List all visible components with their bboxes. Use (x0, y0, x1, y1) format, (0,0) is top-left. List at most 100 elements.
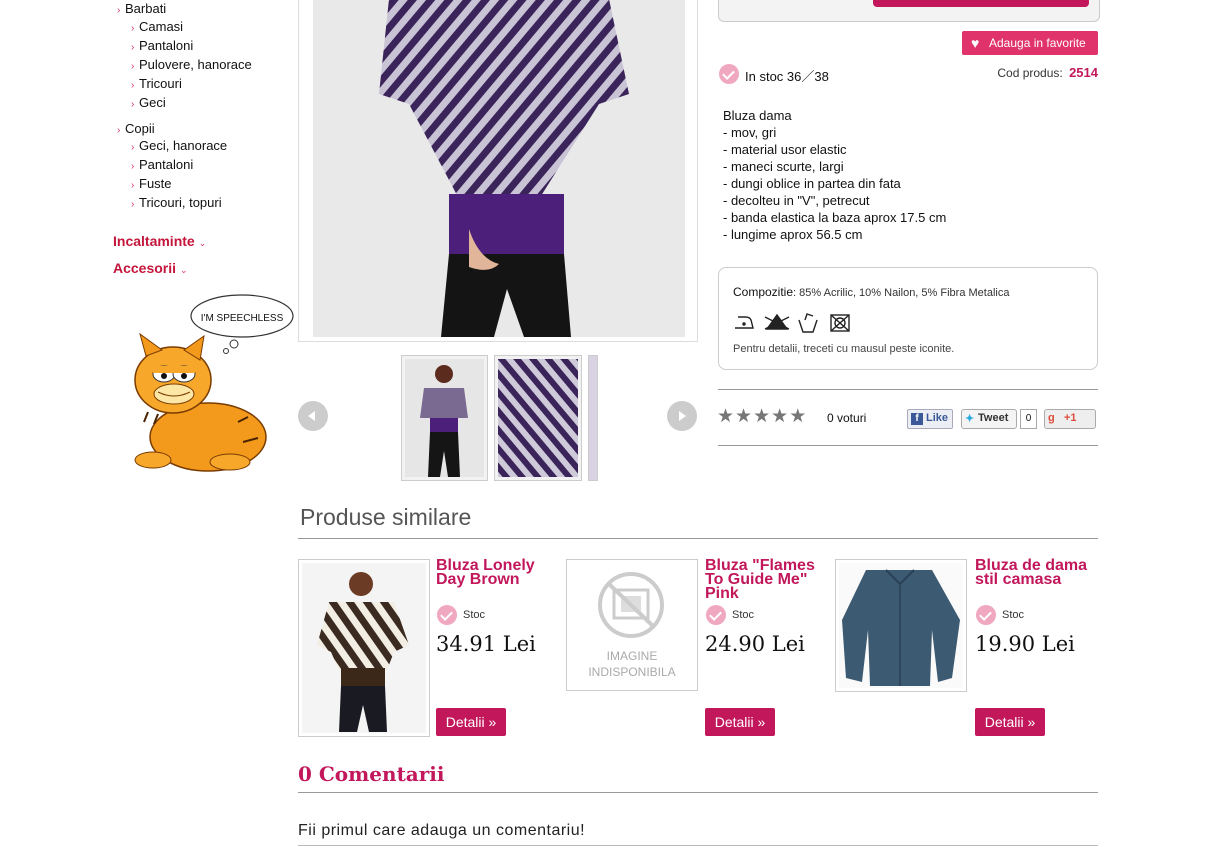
facebook-icon: f (911, 413, 923, 425)
section-incaltaminte[interactable]: Incaltaminte ⌄ (113, 233, 206, 249)
rating-stars[interactable]: ★★★★★ (717, 405, 807, 428)
divider (298, 538, 1098, 539)
subcategory-pantaloni-copii[interactable]: › Pantaloni (131, 155, 193, 176)
in-stock-check-icon (976, 605, 996, 625)
votes-count: 0 voturi (827, 411, 867, 425)
section-label: Incaltaminte (113, 233, 195, 249)
speech-bubble-text: I'M SPEECHLESS (201, 313, 284, 324)
facebook-like-label: Like (926, 412, 949, 424)
subcategory-pantaloni[interactable]: › Pantaloni (131, 36, 193, 57)
details-button[interactable]: Detalii » (705, 708, 775, 736)
category-label: Barbati (125, 1, 167, 16)
similar-product-price: 19.90 Lei (975, 632, 1075, 656)
description-line: - material usor elastic (723, 142, 847, 157)
composition-label: Compozitie (733, 285, 794, 299)
section-accesorii[interactable]: Accesorii ⌄ (113, 260, 188, 276)
subcategory-label: Tricouri, topuri (139, 195, 222, 210)
product-code-value: 2514 (1069, 65, 1098, 80)
subcategory-label: Geci (139, 95, 166, 110)
subcategory-label: Pantaloni (139, 157, 194, 172)
subcategory-label: Fuste (139, 176, 172, 191)
no-tumble-dry-icon[interactable] (830, 314, 850, 332)
tweet-button[interactable]: ✦ Tweet (961, 409, 1017, 429)
iron-icon[interactable] (735, 316, 754, 329)
google-plus-button[interactable]: g +1 (1044, 409, 1096, 429)
heart-icon: ♥ (971, 35, 980, 51)
divider (718, 389, 1098, 390)
divider (298, 792, 1098, 793)
similar-product-name[interactable]: Bluza de dama stil camasa (975, 558, 1098, 588)
thumbnail-photo (405, 359, 484, 477)
gallery-thumbnail[interactable] (494, 355, 582, 481)
star-icon[interactable]: ★ (771, 406, 789, 427)
similar-product-image[interactable] (835, 559, 967, 692)
care-icons (735, 313, 850, 333)
add-to-cart-button[interactable] (873, 0, 1089, 7)
favorite-label: Adauga in favorite (989, 36, 1086, 50)
star-icon[interactable]: ★ (735, 406, 753, 427)
thumbnail-photo (498, 359, 578, 477)
product-thumbnail-photo (839, 563, 963, 688)
thumbnail-photo (589, 356, 597, 480)
triangle-left-icon (308, 411, 315, 421)
similar-product-name[interactable]: Bluza "Flames To Guide Me" Pink (705, 558, 825, 602)
image-unavailable-text: IMAGINE INDISPONIBILA (588, 649, 676, 679)
sidebar: › Barbati › Camasi › Pantaloni › Pulovere, h… (113, 0, 294, 480)
subcategory-label: Geci, hanorace (139, 138, 228, 153)
subcategory-fuste[interactable]: › Fuste (131, 174, 172, 195)
subcategory-tricouri-topuri[interactable]: › Tricouri, topuri (131, 193, 222, 214)
gallery-thumbnail[interactable] (588, 355, 598, 481)
details-button[interactable]: Detalii » (975, 708, 1045, 736)
first-comment-prompt: Fii primul care adauga un comentariu! (298, 822, 586, 839)
category-label: Copii (125, 121, 155, 136)
similar-product-name[interactable]: Bluza Lonely Day Brown (436, 558, 556, 588)
product-description: Bluza dama - mov, gri - material usor el… (723, 107, 946, 243)
product-code-label: Cod produs: (997, 66, 1063, 80)
divider (718, 445, 1098, 446)
star-icon[interactable]: ★ (789, 406, 807, 427)
description-line: - mov, gri (723, 125, 777, 140)
composition-text: Compozitie: 85% Acrilic, 10% Nailon, 5% … (733, 285, 1009, 299)
subcategory-geci[interactable]: › Geci (131, 93, 166, 114)
subcategory-tricouri[interactable]: › Tricouri (131, 74, 182, 95)
garfield-illustration: I'M SPEECHLESS (134, 294, 294, 472)
subcategory-label: Pulovere, hanorace (139, 57, 252, 72)
similar-product-price: 24.90 Lei (705, 632, 805, 656)
product-photo (313, 0, 685, 337)
main-product-image[interactable] (298, 0, 698, 342)
chevron-down-icon: ⌄ (198, 238, 207, 248)
care-hint: Pentru detalii, treceti cu mausul peste … (733, 343, 955, 355)
subcategory-geci-hanorace[interactable]: › Geci, hanorace (131, 136, 227, 157)
composition-box: Compozitie: 85% Acrilic, 10% Nailon, 5% … (718, 267, 1098, 370)
facebook-like-button[interactable]: f Like (907, 409, 953, 429)
subcategory-label: Tricouri (139, 76, 182, 91)
hand-wash-icon[interactable] (798, 313, 818, 333)
triangle-right-icon (679, 411, 686, 421)
description-line: - banda elastica la baza aprox 17.5 cm (723, 210, 947, 225)
subcategory-label: Camasi (139, 19, 184, 34)
composition-value: : 85% Acrilic, 10% Nailon, 5% Fibra Meta… (793, 287, 1010, 299)
similar-product-stock: Stoc (732, 609, 755, 621)
similar-product-price: 34.91 Lei (436, 632, 536, 656)
gallery-next-button[interactable] (667, 401, 697, 431)
star-icon[interactable]: ★ (753, 406, 771, 427)
section-label: Accesorii (113, 260, 177, 276)
in-stock-check-icon (437, 605, 457, 625)
gallery-thumbnail[interactable] (401, 355, 488, 481)
subcategory-pulovere[interactable]: › Pulovere, hanorace (131, 55, 252, 76)
star-icon[interactable]: ★ (717, 406, 735, 427)
tweet-label: Tweet (978, 412, 1009, 424)
details-button[interactable]: Detalii » (436, 708, 506, 736)
product-thumbnail-photo (302, 563, 426, 733)
divider (298, 845, 1098, 846)
comments-title: 0 Comentarii (298, 762, 445, 786)
no-bleach-icon[interactable] (764, 313, 790, 330)
gallery-prev-button[interactable] (298, 401, 328, 431)
similar-product-stock: Stoc (463, 609, 486, 621)
add-to-favorites-button[interactable]: ♥ Adauga in favorite (962, 31, 1098, 55)
similar-products-title: Produse similare (300, 504, 472, 530)
subcategory-camasi[interactable]: › Camasi (131, 17, 183, 38)
description-line: - lungime aprox 56.5 cm (723, 227, 863, 242)
similar-product-image[interactable]: IMAGINE INDISPONIBILA (566, 559, 698, 691)
similar-product-image[interactable] (298, 559, 430, 737)
